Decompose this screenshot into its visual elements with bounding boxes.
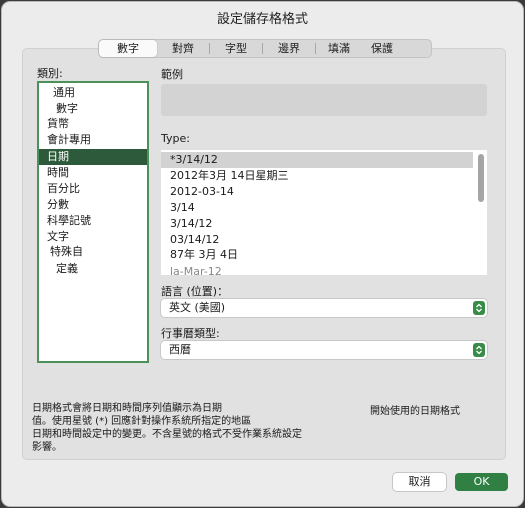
category-item-percentage[interactable]: 百分比 xyxy=(39,181,147,197)
category-item-general[interactable]: 通用 xyxy=(39,85,147,101)
format-description: 日期格式會將日期和時間序列值顯示為日期 值。使用星號 (*) 回應針對操作系統所… xyxy=(32,402,332,454)
description-line: 值。使用星號 (*) 回應針對操作系統所指定的地區 xyxy=(32,416,252,427)
category-item-date[interactable]: 日期 xyxy=(39,149,147,165)
chevron-updown-icon xyxy=(473,301,485,315)
sample-preview xyxy=(161,84,487,116)
tab-bar: 數字 對齊 字型 邊界 填滿 保護 xyxy=(98,39,432,58)
type-item[interactable]: la-Mar-12 xyxy=(161,264,473,275)
category-item-accounting[interactable]: 會計專用 xyxy=(39,132,147,148)
calendar-type-value: 西曆 xyxy=(169,343,191,356)
sample-label: 範例 xyxy=(161,68,183,81)
ok-button[interactable]: OK xyxy=(455,473,508,491)
tab-number[interactable]: 數字 xyxy=(99,40,157,57)
category-item-number[interactable]: 數字 xyxy=(39,101,147,117)
type-item[interactable]: *3/14/12 xyxy=(161,152,473,168)
category-item-time[interactable]: 時間 xyxy=(39,165,147,181)
calendar-type-label: 行事曆類型: xyxy=(161,327,220,340)
type-list-scrollbar[interactable] xyxy=(478,154,484,202)
category-list[interactable]: 通用 數字 貨幣 會計專用 日期 時間 百分比 分數 科學記號 文字 特殊自 定… xyxy=(37,81,149,363)
description-side-note: 開始使用的日期格式 xyxy=(370,406,460,417)
tab-border[interactable]: 邊界 xyxy=(263,40,315,57)
locale-select[interactable]: 英文 (美國) xyxy=(161,299,487,317)
type-item[interactable]: 87年 3月 4日 xyxy=(161,247,473,263)
description-line: 日期和時間設定中的變更。不含星號的格式不受作業系統設定 xyxy=(32,429,302,440)
category-item-special[interactable]: 特殊自 xyxy=(39,244,147,260)
tab-font[interactable]: 字型 xyxy=(210,40,262,57)
type-item[interactable]: 2012-03-14 xyxy=(161,184,473,200)
dialog-title: 設定儲存格格式 xyxy=(216,12,308,27)
category-item-custom[interactable]: 定義 xyxy=(39,261,147,277)
type-item[interactable]: 2012年3月 14日星期三 xyxy=(161,168,473,184)
format-cells-dialog: 設定儲存格格式 數字 對齊 字型 邊界 填滿 保護 類別: 通用 數字 貨幣 會… xyxy=(1,1,524,507)
tab-fill[interactable]: 填滿 xyxy=(316,40,362,57)
category-item-currency[interactable]: 貨幣 xyxy=(39,116,147,132)
category-item-text[interactable]: 文字 xyxy=(39,229,147,245)
type-item[interactable]: 03/14/12 xyxy=(161,232,473,248)
category-label: 類別: xyxy=(37,67,63,80)
chevron-updown-icon xyxy=(473,343,485,357)
category-item-fraction[interactable]: 分數 xyxy=(39,197,147,213)
description-line: 日期格式會將日期和時間序列值顯示為日期 xyxy=(32,403,222,414)
cancel-button[interactable]: 取消 xyxy=(393,473,446,491)
locale-value: 英文 (美國) xyxy=(169,301,226,314)
type-label: Type: xyxy=(161,132,190,145)
description-line: 影響。 xyxy=(32,442,62,453)
type-list[interactable]: *3/14/12 2012年3月 14日星期三 2012-03-14 3/14 … xyxy=(161,150,487,275)
tab-alignment[interactable]: 對齊 xyxy=(157,40,209,57)
category-item-scientific[interactable]: 科學記號 xyxy=(39,213,147,229)
type-item[interactable]: 3/14/12 xyxy=(161,216,473,232)
tab-protection[interactable]: 保護 xyxy=(362,40,402,57)
type-item[interactable]: 3/14 xyxy=(161,200,473,216)
calendar-type-select[interactable]: 西曆 xyxy=(161,341,487,359)
locale-label: 語言 (位置)： xyxy=(161,285,229,298)
